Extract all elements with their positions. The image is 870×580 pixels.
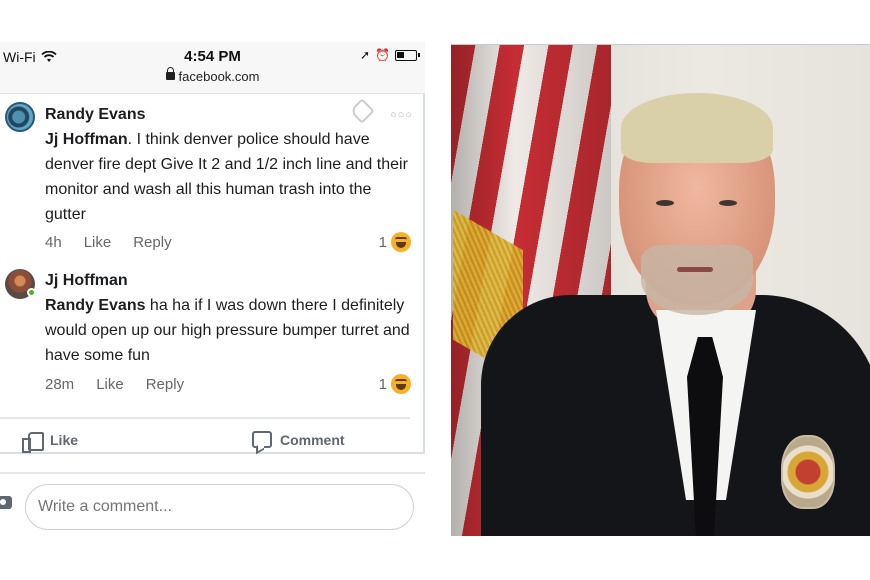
hair <box>621 93 773 163</box>
reply-link[interactable]: Reply <box>146 376 184 393</box>
comment-author[interactable]: Jj Hoffman <box>45 272 128 290</box>
thumbs-up-icon <box>22 431 44 453</box>
comment-time: 28m <box>45 376 75 393</box>
camera-icon[interactable] <box>0 496 12 509</box>
comment: Jj Hoffman Randy Evans ha ha if I was do… <box>0 264 425 404</box>
reaction-summary[interactable]: 1 <box>379 374 411 394</box>
status-icons: ➚ ⏰ <box>359 48 420 62</box>
comment-button[interactable]: Comment <box>252 431 345 448</box>
comment-time: 4h <box>45 234 62 251</box>
comment-author[interactable]: Randy Evans <box>45 106 145 124</box>
comment-meta: 28m Like Reply <box>45 376 206 393</box>
online-status-dot <box>27 288 36 297</box>
comment-input[interactable] <box>25 484 414 530</box>
fire-department-badge <box>781 435 835 509</box>
right-eye <box>719 200 737 206</box>
reaction-count: 1 <box>378 233 387 251</box>
write-comment-row <box>0 472 425 542</box>
comment: Randy Evans Jj Hoffman. I think denver p… <box>0 98 425 258</box>
comment-text: Randy Evans ha ha if I was down there I … <box>45 293 415 368</box>
mention-link[interactable]: Randy Evans <box>45 297 145 314</box>
reply-link[interactable]: Reply <box>133 234 171 251</box>
comment-button-label: Comment <box>280 431 345 448</box>
facebook-comments-screenshot: Wi-Fi 4:54 PM ➚ ⏰ facebook.com ○○○ Randy… <box>0 42 425 542</box>
mention-link[interactable]: Jj Hoffman <box>45 131 128 148</box>
mouth <box>677 267 713 272</box>
portrait-photo <box>451 44 870 536</box>
like-button[interactable]: Like <box>22 431 79 453</box>
alarm-icon: ⏰ <box>375 48 390 62</box>
beard <box>641 245 753 315</box>
avatar[interactable] <box>5 102 35 132</box>
like-button-label: Like <box>50 432 79 448</box>
location-arrow-icon: ➚ <box>359 48 371 62</box>
like-link[interactable]: Like <box>84 234 112 251</box>
reaction-count: 1 <box>378 375 387 393</box>
left-eye <box>656 200 674 206</box>
ios-status-bar: Wi-Fi 4:54 PM ➚ ⏰ facebook.com <box>0 42 425 94</box>
haha-emoji-icon <box>391 374 411 394</box>
url-text: facebook.com <box>178 69 260 84</box>
comment-bubble-icon <box>252 431 272 448</box>
battery-icon <box>395 49 420 61</box>
like-link[interactable]: Like <box>96 376 124 393</box>
comment-text: Jj Hoffman. I think denver police should… <box>45 127 415 227</box>
comment-meta: 4h Like Reply <box>45 234 194 251</box>
haha-emoji-icon <box>391 232 411 252</box>
post-action-bar: Like Comment <box>0 417 410 459</box>
lock-icon <box>165 67 175 80</box>
address-bar[interactable]: facebook.com <box>0 67 425 84</box>
reaction-summary[interactable]: 1 <box>379 232 411 252</box>
